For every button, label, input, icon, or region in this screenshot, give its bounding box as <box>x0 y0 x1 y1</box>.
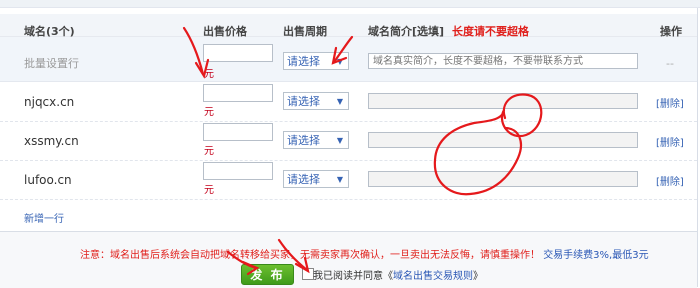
price-input[interactable] <box>203 162 273 180</box>
table-row: xssmy.cn 元 请选择 ▼ [删除] <box>0 121 697 161</box>
intro-input[interactable] <box>368 171 638 187</box>
batch-period-select[interactable]: 请选择 ▼ <box>283 52 349 70</box>
batch-action-placeholder: -- <box>666 57 674 70</box>
delete-row-link[interactable]: [删除] <box>656 173 684 188</box>
batch-settings-row: 批量设置行 元 请选择 ▼ -- <box>0 37 697 82</box>
table-row: njqcx.cn 元 请选择 ▼ [删除] <box>0 82 697 122</box>
chevron-down-icon: ▼ <box>336 136 343 145</box>
publish-button[interactable]: 发 布 <box>241 264 294 285</box>
intro-input[interactable] <box>368 93 638 109</box>
delete-row-link[interactable]: [删除] <box>656 95 684 110</box>
add-row-link[interactable]: 新增一行 <box>24 210 64 225</box>
chevron-down-icon: ▼ <box>336 97 343 106</box>
chevron-down-icon: ▼ <box>336 175 343 184</box>
price-input[interactable] <box>203 123 273 141</box>
rules-link[interactable]: 域名出售交易规则 <box>393 271 473 282</box>
period-select-value: 请选择 <box>287 55 320 68</box>
agree-prefix: 我已阅读并同意《 <box>313 271 393 282</box>
period-select-value: 请选择 <box>287 173 320 186</box>
period-select[interactable]: 请选择 ▼ <box>283 92 349 110</box>
domain-name: xssmy.cn <box>24 134 79 148</box>
fee-info: 交易手续费3%,最低3元 <box>543 250 649 261</box>
chevron-down-icon: ▼ <box>336 57 343 66</box>
agree-suffix: 》 <box>473 271 483 282</box>
period-select[interactable]: 请选择 ▼ <box>283 131 349 149</box>
period-select[interactable]: 请选择 ▼ <box>283 170 349 188</box>
period-select-value: 请选择 <box>287 134 320 147</box>
agree-label: 我已阅读并同意《域名出售交易规则》 <box>313 267 483 282</box>
notice-text: 注意：域名出售后系统会自动把域名转移给买家，无需卖家再次确认，一旦卖出无法反悔，… <box>80 246 649 261</box>
currency-label: 元 <box>204 146 214 157</box>
domain-name: lufoo.cn <box>24 173 72 187</box>
table-header: 域名(3个) 出售价格 出售周期 域名简介[选填] 长度请不要超格 操作 <box>0 14 697 38</box>
batch-row-label: 批量设置行 <box>24 57 79 70</box>
notice-warning: 注意：域名出售后系统会自动把域名转移给买家，无需卖家再次确认，一旦卖出无法反悔，… <box>80 250 540 261</box>
currency-label: 元 <box>204 107 214 118</box>
intro-input[interactable] <box>368 132 638 148</box>
currency-label: 元 <box>204 69 214 80</box>
batch-intro-input[interactable] <box>368 53 638 69</box>
top-strip <box>0 0 700 8</box>
period-select-value: 请选择 <box>287 95 320 108</box>
delete-row-link[interactable]: [删除] <box>656 134 684 149</box>
currency-label: 元 <box>204 185 214 196</box>
price-input[interactable] <box>203 84 273 102</box>
domain-name: njqcx.cn <box>24 95 75 109</box>
table-row: lufoo.cn 元 请选择 ▼ [删除] <box>0 160 697 200</box>
batch-price-input[interactable] <box>203 44 273 62</box>
